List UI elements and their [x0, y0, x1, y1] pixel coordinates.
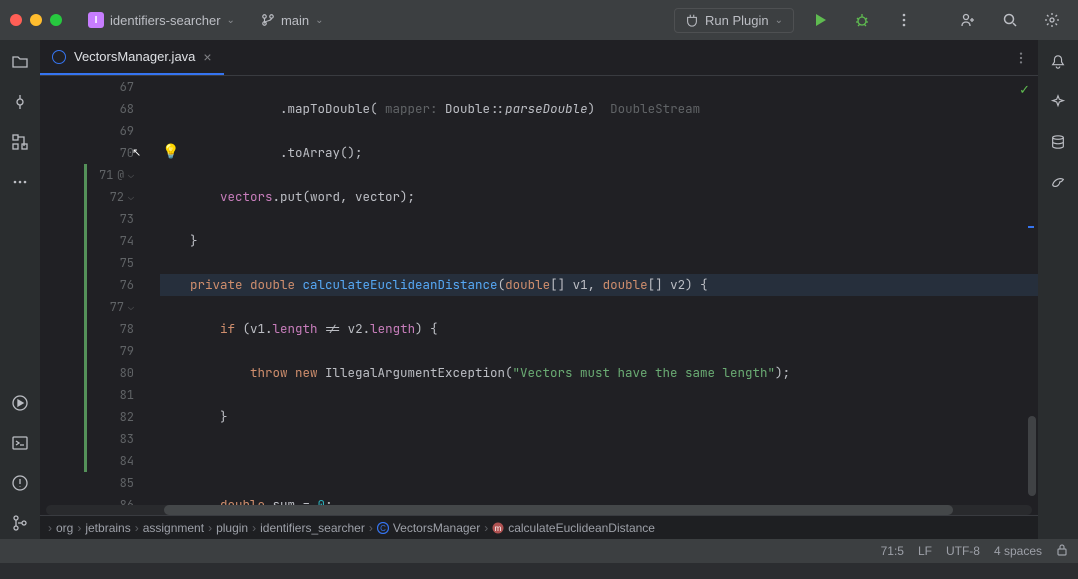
- project-name: identifiers-searcher: [110, 13, 221, 28]
- editor-tab[interactable]: VectorsManager.java ×: [40, 40, 224, 75]
- svg-text:m: m: [495, 524, 502, 533]
- status-bar: 71:5 LF UTF-8 4 spaces: [0, 539, 1078, 563]
- class-icon: C: [377, 522, 389, 534]
- breadcrumb-bar: ›org ›jetbrains ›assignment ›plugin ›ide…: [40, 515, 1038, 539]
- indent-setting[interactable]: 4 spaces: [994, 544, 1042, 558]
- chevron-down-icon: ⌄: [227, 15, 235, 26]
- breadcrumb-item[interactable]: identifiers_searcher: [260, 521, 365, 535]
- branch-name: main: [281, 13, 309, 28]
- line-separator[interactable]: LF: [918, 544, 932, 558]
- code-editor[interactable]: ✓ 67 68 69 70 71@⌄ 72⌄ 73 74 75 76 77⌄ 7…: [40, 76, 1038, 505]
- left-tool-rail: [0, 40, 40, 539]
- window-controls: [10, 14, 62, 26]
- structure-tool-button[interactable]: [4, 126, 36, 158]
- project-icon: I: [88, 12, 104, 28]
- editor-area: VectorsManager.java × ✓ 67 68 69 70 71@⌄…: [40, 40, 1038, 539]
- run-tool-button[interactable]: [4, 387, 36, 419]
- caret-position[interactable]: 71:5: [881, 544, 904, 558]
- code-with-me-button[interactable]: [952, 4, 984, 36]
- more-actions-button[interactable]: [888, 4, 920, 36]
- close-window-button[interactable]: [10, 14, 22, 26]
- close-tab-button[interactable]: ×: [203, 49, 211, 65]
- vcs-branch-selector[interactable]: main ⌄: [253, 9, 332, 32]
- branch-icon: [261, 13, 275, 27]
- breadcrumb-item[interactable]: plugin: [216, 521, 248, 535]
- editor-tabs: VectorsManager.java ×: [40, 40, 1038, 76]
- breadcrumb-item[interactable]: VectorsManager: [393, 521, 480, 535]
- settings-button[interactable]: [1036, 4, 1068, 36]
- more-tools-button[interactable]: [4, 166, 36, 198]
- problems-tool-button[interactable]: [4, 467, 36, 499]
- breadcrumb-item[interactable]: jetbrains: [85, 521, 130, 535]
- right-tool-rail: [1038, 40, 1078, 539]
- vcs-change-marker: [84, 164, 87, 472]
- run-button[interactable]: [804, 4, 836, 36]
- horizontal-scrollbar[interactable]: [46, 505, 1032, 515]
- vertical-scrollbar-thumb[interactable]: [1028, 416, 1036, 496]
- horizontal-scrollbar-thumb[interactable]: [164, 505, 953, 515]
- maximize-window-button[interactable]: [50, 14, 62, 26]
- readonly-toggle[interactable]: [1056, 544, 1068, 559]
- project-selector[interactable]: I identifiers-searcher ⌄: [80, 8, 243, 32]
- code-content[interactable]: .mapToDouble( mapper: Double::parseDoubl…: [140, 76, 1038, 505]
- breadcrumb-item[interactable]: assignment: [143, 521, 204, 535]
- search-everywhere-button[interactable]: [994, 4, 1026, 36]
- terminal-tool-button[interactable]: [4, 427, 36, 459]
- chevron-down-icon: ⌄: [775, 15, 783, 26]
- vcs-tool-button[interactable]: [4, 507, 36, 539]
- file-encoding[interactable]: UTF-8: [946, 544, 980, 558]
- gradle-tool-button[interactable]: [1042, 166, 1074, 198]
- breadcrumb-item[interactable]: calculateEuclideanDistance: [508, 521, 655, 535]
- database-tool-button[interactable]: [1042, 126, 1074, 158]
- class-file-icon: [52, 50, 66, 64]
- commit-tool-button[interactable]: [4, 86, 36, 118]
- debug-button[interactable]: [846, 4, 878, 36]
- plugin-icon: [685, 13, 699, 27]
- svg-text:C: C: [380, 524, 386, 533]
- tab-filename: VectorsManager.java: [74, 49, 195, 64]
- line-number-gutter[interactable]: 67 68 69 70 71@⌄ 72⌄ 73 74 75 76 77⌄ 78 …: [40, 76, 140, 505]
- notifications-tool-button[interactable]: [1042, 46, 1074, 78]
- breadcrumb-item[interactable]: org: [56, 521, 73, 535]
- chevron-down-icon: ⌄: [315, 15, 323, 26]
- tab-more-button[interactable]: [1004, 40, 1038, 75]
- minimize-window-button[interactable]: [30, 14, 42, 26]
- run-config-name: Run Plugin: [705, 13, 769, 28]
- run-configuration-selector[interactable]: Run Plugin ⌄: [674, 8, 794, 33]
- method-icon: m: [492, 522, 504, 534]
- titlebar: I identifiers-searcher ⌄ main ⌄ Run Plug…: [0, 0, 1078, 40]
- ai-assistant-tool-button[interactable]: [1042, 86, 1074, 118]
- project-tool-button[interactable]: [4, 46, 36, 78]
